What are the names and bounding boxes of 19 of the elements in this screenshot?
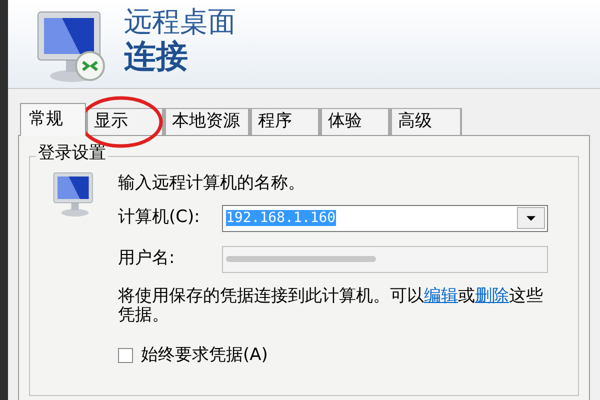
app-subtitle: 连接 bbox=[124, 40, 189, 72]
edit-link[interactable]: 编辑 bbox=[424, 286, 458, 306]
credentials-info: 将使用保存的凭据连接到此计算机。可以编辑或删除这些凭据。 bbox=[118, 286, 544, 324]
blurred-username-icon bbox=[226, 254, 376, 264]
tab[interactable]: 高级 bbox=[390, 108, 462, 135]
tab[interactable]: 程序 bbox=[250, 108, 320, 135]
prompt-text: 输入远程计算机的名称。 bbox=[118, 172, 306, 195]
tab[interactable]: 本地资源 bbox=[164, 108, 250, 135]
tab[interactable]: 体验 bbox=[320, 108, 390, 135]
tab[interactable]: 常规 bbox=[20, 103, 86, 136]
delete-link[interactable]: 删除 bbox=[475, 286, 509, 306]
computer-label: 计算机(C): bbox=[118, 206, 201, 230]
username-label: 用户名: bbox=[118, 247, 176, 270]
app-title: 远程桌面 bbox=[124, 8, 236, 36]
group-title: 登录设置 bbox=[36, 145, 108, 162]
username-field[interactable] bbox=[222, 246, 548, 272]
checkbox[interactable] bbox=[118, 348, 133, 363]
tab[interactable]: 显示 bbox=[86, 108, 164, 135]
checkbox-label: 始终要求凭据(A) bbox=[141, 344, 268, 366]
